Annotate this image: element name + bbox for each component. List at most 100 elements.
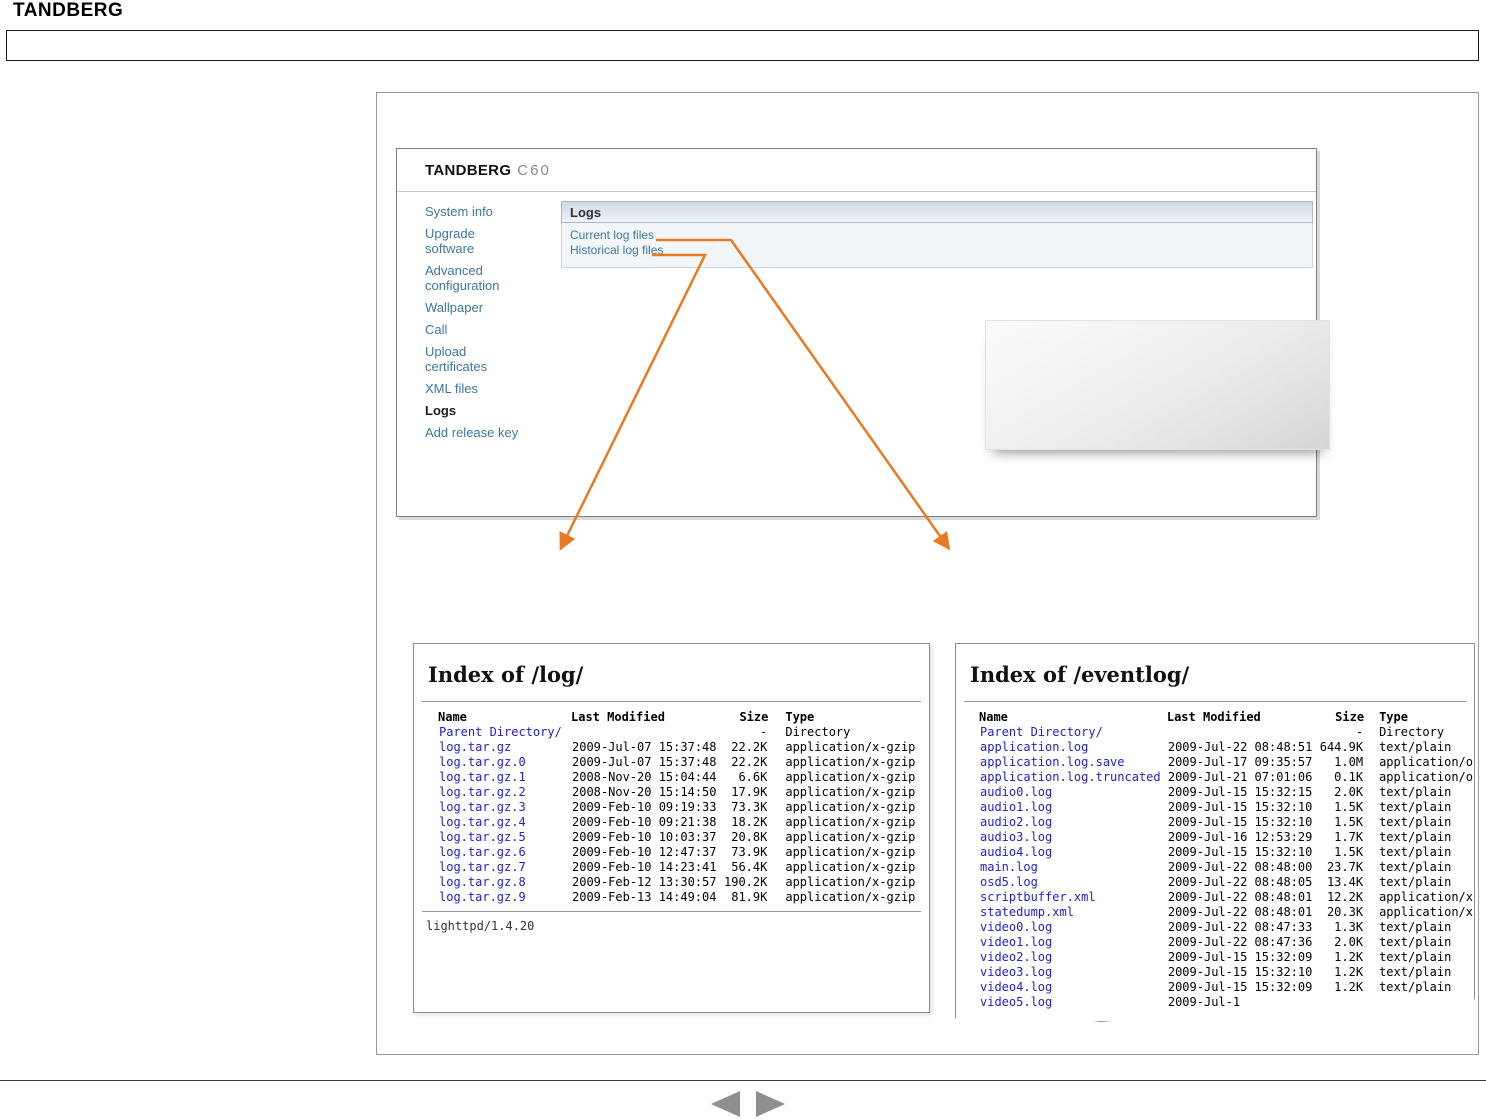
cell-size: 6.6K — [738, 770, 768, 784]
file-link-osd5-log[interactable]: osd5.log — [980, 875, 1038, 889]
cell-type: text/plain — [1379, 980, 1452, 994]
sidebar-item-system-info[interactable]: System info — [425, 204, 525, 219]
cell-mod: 2009-Jul-22 08:48:01 — [1167, 905, 1313, 919]
column-header-size: Size — [1335, 710, 1365, 724]
listing-row: audio4.log 2009-Jul-15 15:32:10 1.5K text/p… — [979, 845, 1474, 860]
column-header-type: Type — [1379, 710, 1408, 724]
listing-row: video0.log 2009-Jul-22 08:47:33 1.3K text/p… — [979, 920, 1474, 935]
file-link-main-log[interactable]: main.log — [980, 860, 1038, 874]
sidebar-item-wallpaper[interactable]: Wallpaper — [425, 300, 525, 315]
file-link-log-tar-gz-4[interactable]: log.tar.gz.4 — [439, 815, 526, 829]
cell-size: 13.4K — [1326, 875, 1364, 889]
cell-size: 17.9K — [731, 785, 768, 799]
listing-row: log.tar.gz.3 2009-Feb-10 09:19:33 73.3K app… — [438, 800, 916, 815]
listing-row: audio2.log 2009-Jul-15 15:32:10 1.5K text/p… — [979, 815, 1474, 830]
listing-header-row: Name Last Modified Size Type — [979, 710, 1474, 725]
sidebar-item-upload-certificates[interactable]: Upload certificates — [425, 344, 525, 374]
cell-type: application/x-gzip — [785, 770, 916, 784]
file-link-log-tar-gz-8[interactable]: log.tar.gz.8 — [439, 875, 526, 889]
cell-mod: 2009-Feb-12 13:30:57 — [572, 875, 717, 889]
listing-row: log.tar.gz.9 2009-Feb-13 14:49:04 81.9K app… — [438, 890, 916, 905]
listing-header-row: Name Last Modified Size Type — [438, 710, 916, 725]
eventlog-listing-table: Name Last Modified Size Type Parent Directo… — [979, 710, 1474, 1010]
file-link-scriptbuffer-xml[interactable]: scriptbuffer.xml — [980, 890, 1096, 904]
c60-header: TANDBERG C60 — [397, 149, 1316, 192]
cell-mod: 2009-Feb-10 09:21:38 — [572, 815, 717, 829]
file-link-application-log-truncated[interactable]: application.log.truncated — [980, 770, 1161, 784]
listing-row: log.tar.gz.2 2008-Nov-20 15:14:50 17.9K app… — [438, 785, 916, 800]
sidebar-item-logs[interactable]: Logs — [425, 403, 525, 418]
file-link-video0-log[interactable]: video0.log — [980, 920, 1052, 934]
sidebar-item-xml-files[interactable]: XML files — [425, 381, 525, 396]
file-link-log-tar-gz-3[interactable]: log.tar.gz.3 — [439, 800, 526, 814]
cell-type: application/o — [1379, 770, 1473, 784]
sidebar-item-upgrade-software[interactable]: Upgrade software — [425, 226, 525, 256]
file-link-audio0-log[interactable]: audio0.log — [980, 785, 1052, 799]
file-link-video4-log[interactable]: video4.log — [980, 980, 1052, 994]
link-current-log-files[interactable]: Current log files — [570, 228, 1304, 243]
listing-row: log.tar.gz.6 2009-Feb-10 12:47:37 73.9K app… — [438, 845, 916, 860]
cell-size: 1.2K — [1334, 980, 1364, 994]
cell-size: - — [1355, 725, 1364, 739]
cell-size: 1.7K — [1334, 830, 1364, 844]
listing-row: main.log 2009-Jul-22 08:48:00 23.7K text/pl… — [979, 860, 1474, 875]
previous-page-arrow-icon[interactable] — [711, 1091, 740, 1117]
cell-size: - — [760, 725, 768, 739]
listing-row: statedump.xml 2009-Jul-22 08:48:01 20.3K ap… — [979, 905, 1474, 920]
cell-size: 0.1K — [1334, 770, 1364, 784]
cell-type: text/plain — [1379, 935, 1452, 949]
file-link-application-log-save[interactable]: application.log.save — [980, 755, 1125, 769]
cell-type: text/plain — [1379, 830, 1452, 844]
c60-model-label: C60 — [517, 162, 551, 179]
cell-size: 1.5K — [1334, 815, 1364, 829]
column-header-size: Size — [739, 710, 769, 724]
file-link-audio4-log[interactable]: audio4.log — [980, 845, 1052, 859]
cell-size: 1.0M — [1334, 755, 1364, 769]
file-link-statedump-xml[interactable]: statedump.xml — [980, 905, 1074, 919]
sidebar-item-advanced-configuration[interactable]: Advanced configuration — [425, 263, 525, 293]
cell-size: 1.2K — [1334, 965, 1364, 979]
file-link-audio2-log[interactable]: audio2.log — [980, 815, 1052, 829]
file-link-log-tar-gz[interactable]: log.tar.gz — [439, 740, 511, 754]
listing-row: scriptbuffer.xml 2009-Jul-22 08:48:01 12.2… — [979, 890, 1474, 905]
sidebar-item-call[interactable]: Call — [425, 322, 525, 337]
cell-mod — [571, 725, 723, 740]
cell-mod: 2009-Jul-22 08:48:51 — [1167, 740, 1313, 754]
file-link-log-tar-gz-6[interactable]: log.tar.gz.6 — [439, 845, 526, 859]
file-link-video5-log[interactable]: video5.log — [980, 995, 1052, 1009]
cell-mod: 2009-Jul-15 15:32:09 — [1167, 980, 1313, 994]
file-link-log-tar-gz-7[interactable]: log.tar.gz.7 — [439, 860, 526, 874]
file-link-parent-directory[interactable]: Parent Directory/ — [439, 725, 562, 739]
file-link-video1-log[interactable]: video1.log — [980, 935, 1052, 949]
cell-size: 190.2K — [724, 875, 768, 889]
cell-type: application/x-gzip — [785, 890, 916, 904]
cell-size: 1.5K — [1334, 800, 1364, 814]
file-link-log-tar-gz-5[interactable]: log.tar.gz.5 — [439, 830, 526, 844]
cell-type: application/x-gzip — [785, 785, 916, 799]
listing-row: video1.log 2009-Jul-22 08:47:36 2.0K text/p… — [979, 935, 1474, 950]
file-link-log-tar-gz-2[interactable]: log.tar.gz.2 — [439, 785, 526, 799]
file-link-log-tar-gz-1[interactable]: log.tar.gz.1 — [439, 770, 526, 784]
file-link-video2-log[interactable]: video2.log — [980, 950, 1052, 964]
next-page-arrow-icon[interactable] — [756, 1091, 785, 1117]
tandberg-logo: TANDBERG — [13, 0, 124, 21]
listing-row: audio1.log 2009-Jul-15 15:32:10 1.5K text/p… — [979, 800, 1474, 815]
cell-mod: 2009-Jul-22 08:48:00 — [1167, 860, 1313, 874]
file-link-audio1-log[interactable]: audio1.log — [980, 800, 1052, 814]
cell-mod: 2009-Feb-10 10:03:37 — [572, 830, 717, 844]
file-link-log-tar-gz-0[interactable]: log.tar.gz.0 — [439, 755, 526, 769]
cell-size: 81.9K — [731, 890, 768, 904]
file-link-application-log[interactable]: application.log — [980, 740, 1088, 754]
link-historical-log-files[interactable]: Historical log files — [570, 243, 1304, 258]
cell-type: Directory — [1379, 725, 1445, 739]
listing-row: Parent Directory/ - Directory — [979, 725, 1474, 740]
file-link-log-tar-gz-9[interactable]: log.tar.gz.9 — [439, 890, 526, 904]
cell-type: text/plain — [1379, 920, 1452, 934]
sidebar-item-add-release-key[interactable]: Add release key — [425, 425, 525, 440]
column-header-last-modified: Last Modified — [1166, 710, 1261, 724]
file-link-audio3-log[interactable]: audio3.log — [980, 830, 1052, 844]
cell-size: 22.2K — [731, 740, 768, 754]
cell-size: 22.2K — [731, 755, 768, 769]
file-link-parent-directory[interactable]: Parent Directory/ — [980, 725, 1103, 739]
file-link-video3-log[interactable]: video3.log — [980, 965, 1052, 979]
